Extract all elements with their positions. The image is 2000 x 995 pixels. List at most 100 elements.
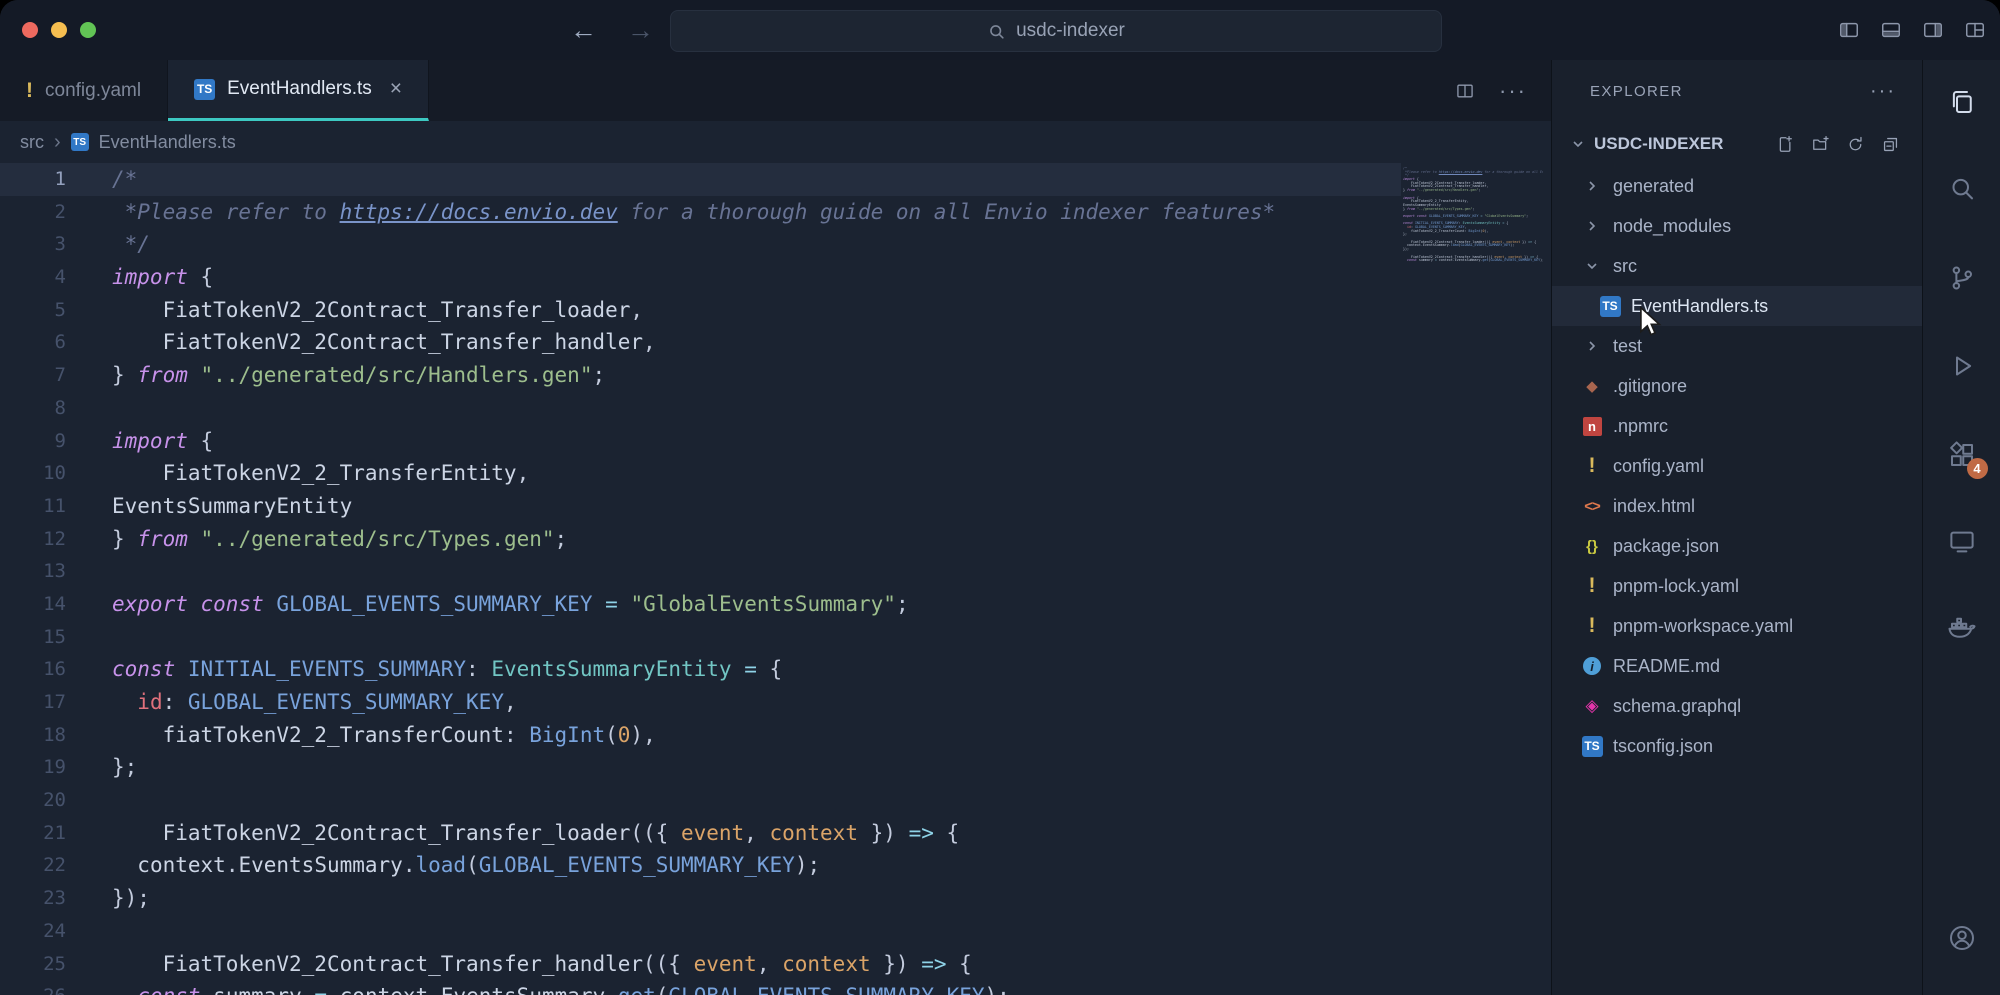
explorer-item-package-json[interactable]: {}package.json bbox=[1552, 526, 1922, 566]
chevron-down-icon bbox=[1570, 136, 1586, 152]
code-line[interactable]: 15 bbox=[0, 621, 1401, 654]
customize-layout-icon[interactable] bbox=[1964, 19, 1986, 41]
chevron-right-icon bbox=[1580, 178, 1604, 194]
explorer-item--gitignore[interactable]: ◆.gitignore bbox=[1552, 366, 1922, 406]
code-line[interactable]: 4import { bbox=[0, 261, 1401, 294]
file-name: generated bbox=[1613, 176, 1694, 197]
explorer-item-config-yaml[interactable]: !config.yaml bbox=[1552, 446, 1922, 486]
search-icon[interactable] bbox=[1947, 174, 1977, 204]
split-editor-icon[interactable] bbox=[1455, 81, 1475, 101]
code-line[interactable]: 26 const summary = context.EventsSummary… bbox=[0, 980, 1401, 995]
line-text bbox=[66, 784, 112, 817]
code-line[interactable]: 6 FiatTokenV2_2Contract_Transfer_handler… bbox=[0, 326, 1401, 359]
back-arrow-icon[interactable]: ← bbox=[570, 15, 597, 46]
account-icon[interactable] bbox=[1947, 923, 1977, 953]
minimap[interactable]: /* *Please refer to https://docs.envio.d… bbox=[1403, 167, 1543, 287]
extensions-icon[interactable]: 4 bbox=[1947, 440, 1977, 470]
code-line[interactable]: 24 bbox=[0, 915, 1401, 948]
remote-explorer-icon[interactable] bbox=[1947, 527, 1977, 557]
code-line[interactable]: 21 FiatTokenV2_2Contract_Transfer_loader… bbox=[0, 817, 1401, 850]
line-text: }); bbox=[66, 882, 150, 915]
code-line[interactable]: 10 FiatTokenV2_2_TransferEntity, bbox=[0, 457, 1401, 490]
zoom-window-button[interactable] bbox=[80, 22, 96, 38]
code-line[interactable]: 9import { bbox=[0, 425, 1401, 458]
more-actions-icon[interactable]: ··· bbox=[1499, 78, 1527, 104]
code-editor[interactable]: 1/*2 *Please refer to https://docs.envio… bbox=[0, 163, 1551, 995]
collapse-all-icon[interactable] bbox=[1881, 135, 1900, 154]
project-root[interactable]: USDC-INDEXER bbox=[1552, 122, 1922, 166]
explorer-item-readme-md[interactable]: iREADME.md bbox=[1552, 646, 1922, 686]
line-number: 14 bbox=[0, 588, 66, 621]
explorer-item-index-html[interactable]: <>index.html bbox=[1552, 486, 1922, 526]
chevron-down-icon bbox=[1580, 258, 1604, 274]
refresh-icon[interactable] bbox=[1846, 135, 1865, 154]
toggle-secondary-sidebar-icon[interactable] bbox=[1922, 19, 1944, 41]
titlebar: ← → usdc-indexer bbox=[0, 0, 2000, 60]
code-line[interactable]: 25 FiatTokenV2_2Contract_Transfer_handle… bbox=[0, 948, 1401, 981]
line-number: 18 bbox=[0, 719, 66, 752]
new-folder-icon[interactable] bbox=[1811, 135, 1830, 154]
code-line[interactable]: 23}); bbox=[0, 882, 1401, 915]
file-name: node_modules bbox=[1613, 216, 1731, 237]
info-file-icon: i bbox=[1580, 657, 1604, 675]
line-number: 21 bbox=[0, 817, 66, 850]
code-line[interactable]: 13 bbox=[0, 555, 1401, 588]
forward-arrow-icon[interactable]: → bbox=[627, 15, 654, 46]
explorer-item-tsconfig-json[interactable]: TStsconfig.json bbox=[1552, 726, 1922, 766]
explorer-item--npmrc[interactable]: n.npmrc bbox=[1552, 406, 1922, 446]
code-line[interactable]: 17 id: GLOBAL_EVENTS_SUMMARY_KEY, bbox=[0, 686, 1401, 719]
line-text: FiatTokenV2_2Contract_Transfer_handler, bbox=[66, 326, 656, 359]
explorer-icon[interactable] bbox=[1947, 87, 1977, 117]
extensions-badge: 4 bbox=[1967, 458, 1988, 479]
code-line[interactable]: 1/* bbox=[0, 163, 1401, 196]
tab-label: config.yaml bbox=[45, 80, 141, 102]
code-line[interactable]: 22 context.EventsSummary.load(GLOBAL_EVE… bbox=[0, 849, 1401, 882]
minimize-window-button[interactable] bbox=[51, 22, 67, 38]
file-name: .npmrc bbox=[1613, 416, 1668, 437]
code-line[interactable]: 12} from "../generated/src/Types.gen"; bbox=[0, 523, 1401, 556]
code-line[interactable]: 20 bbox=[0, 784, 1401, 817]
toggle-panel-icon[interactable] bbox=[1880, 19, 1902, 41]
editor-group: ! config.yaml TS EventHandlers.ts × ··· … bbox=[0, 60, 1551, 995]
command-center-search[interactable]: usdc-indexer bbox=[670, 10, 1442, 52]
code-line[interactable]: 16const INITIAL_EVENTS_SUMMARY: EventsSu… bbox=[0, 653, 1401, 686]
explorer-item-node-modules[interactable]: node_modules bbox=[1552, 206, 1922, 246]
explorer-more-icon[interactable]: ··· bbox=[1870, 80, 1896, 103]
line-text: import { bbox=[66, 261, 213, 294]
breadcrumb-src[interactable]: src bbox=[20, 132, 44, 153]
docker-icon[interactable] bbox=[1947, 613, 1977, 643]
source-control-icon[interactable] bbox=[1947, 263, 1977, 293]
code-line[interactable]: 3 */ bbox=[0, 228, 1401, 261]
explorer-item-test[interactable]: test bbox=[1552, 326, 1922, 366]
explorer-item-pnpm-lock-yaml[interactable]: !pnpm-lock.yaml bbox=[1552, 566, 1922, 606]
explorer-item-eventhandlers-ts[interactable]: TSEventHandlers.ts bbox=[1552, 286, 1922, 326]
line-text: FiatTokenV2_2Contract_Transfer_loader, bbox=[66, 294, 643, 327]
line-number: 24 bbox=[0, 915, 66, 948]
explorer-item-generated[interactable]: generated bbox=[1552, 166, 1922, 206]
breadcrumb-file[interactable]: EventHandlers.ts bbox=[99, 132, 236, 153]
close-tab-icon[interactable]: × bbox=[390, 77, 402, 101]
code-line[interactable]: 18 fiatTokenV2_2_TransferCount: BigInt(0… bbox=[0, 719, 1401, 752]
close-window-button[interactable] bbox=[22, 22, 38, 38]
tab-eventhandlers-ts[interactable]: TS EventHandlers.ts × bbox=[168, 60, 429, 121]
code-line[interactable]: 8 bbox=[0, 392, 1401, 425]
run-debug-icon[interactable] bbox=[1947, 351, 1977, 381]
code-line[interactable]: 2 *Please refer to https://docs.envio.de… bbox=[0, 196, 1401, 229]
line-text: id: GLOBAL_EVENTS_SUMMARY_KEY, bbox=[66, 686, 517, 719]
code-line[interactable]: 14export const GLOBAL_EVENTS_SUMMARY_KEY… bbox=[0, 588, 1401, 621]
code-line[interactable]: 11EventsSummaryEntity bbox=[0, 490, 1401, 523]
explorer-item-pnpm-workspace-yaml[interactable]: !pnpm-workspace.yaml bbox=[1552, 606, 1922, 646]
new-file-icon[interactable] bbox=[1776, 135, 1795, 154]
line-number: 10 bbox=[0, 457, 66, 490]
toggle-primary-sidebar-icon[interactable] bbox=[1838, 19, 1860, 41]
explorer-item-schema-graphql[interactable]: ◈schema.graphql bbox=[1552, 686, 1922, 726]
file-tree: generated node_modulessrcTSEventHandlers.… bbox=[1552, 166, 1922, 995]
search-value: usdc-indexer bbox=[1016, 20, 1125, 42]
tab-config-yaml[interactable]: ! config.yaml bbox=[0, 60, 168, 121]
code-line[interactable]: 19}; bbox=[0, 751, 1401, 784]
yaml-warning-file-icon: ! bbox=[1580, 574, 1604, 598]
explorer-item-src[interactable]: src bbox=[1552, 246, 1922, 286]
line-number: 8 bbox=[0, 392, 66, 425]
code-line[interactable]: 7} from "../generated/src/Handlers.gen"; bbox=[0, 359, 1401, 392]
code-line[interactable]: 5 FiatTokenV2_2Contract_Transfer_loader, bbox=[0, 294, 1401, 327]
